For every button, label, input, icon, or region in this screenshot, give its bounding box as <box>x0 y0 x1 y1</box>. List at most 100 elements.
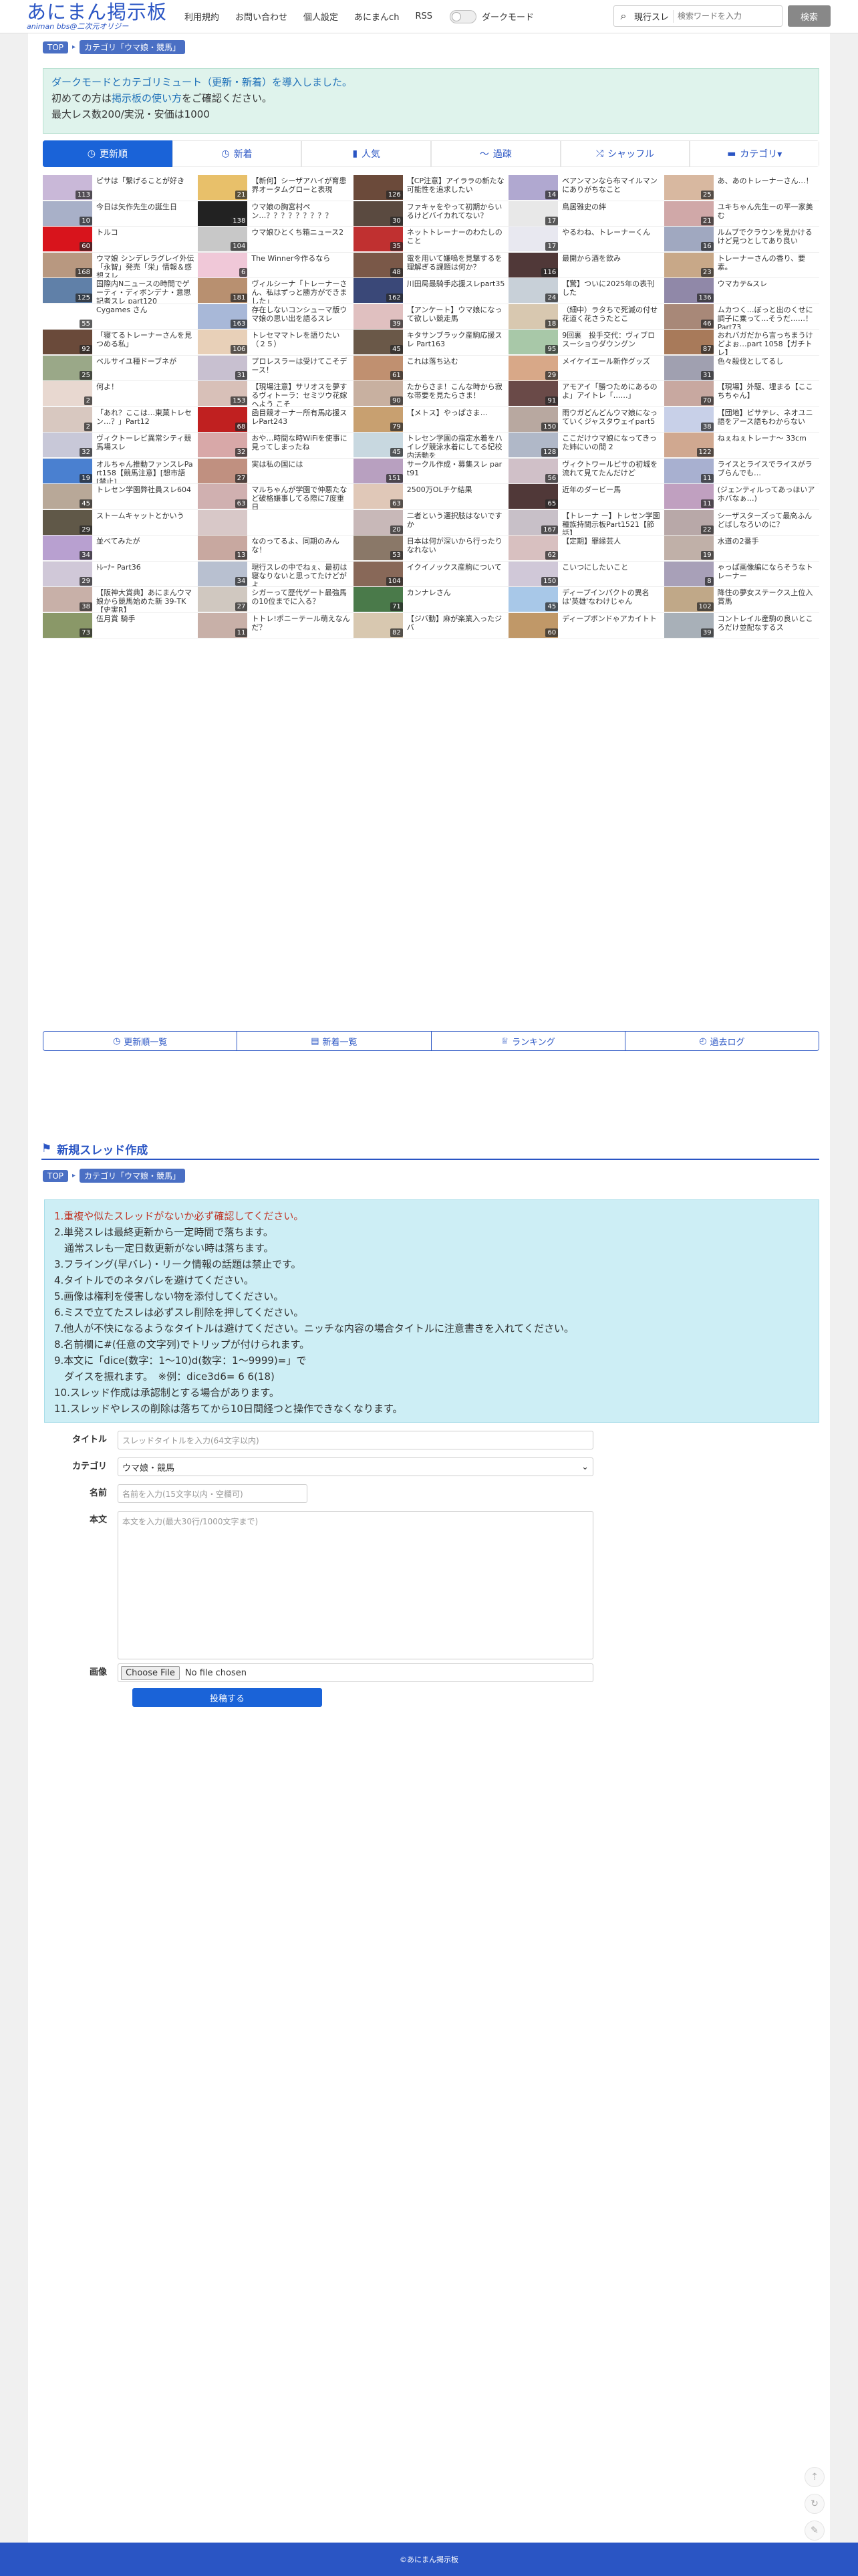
thread-thumbnail[interactable]: 70 <box>664 381 714 406</box>
thread-title[interactable]: ルムブでクラウンを見かけるけど見つとしてあり良い <box>714 227 819 245</box>
thread-title[interactable]: プロレスラーは受けてこそデース！ <box>247 356 353 374</box>
thread-thumbnail[interactable]: 18 <box>509 304 559 329</box>
thread-thumbnail[interactable]: 79 <box>353 406 403 432</box>
thread-item[interactable]: 104 ウマ娘ひとくち箱ニュース2 <box>198 227 353 253</box>
thread-title[interactable]: 【団地】ビサテレ、ネオユニ語をアース語もわからない <box>714 407 819 426</box>
title-input[interactable]: スレッドタイトルを入力(64文字以内) <box>118 1431 593 1449</box>
thread-title[interactable]: 色々殺伐としてるし <box>714 356 819 366</box>
thread-title[interactable]: 9回裏 投手交代：ヴィブロスーショウダウングン <box>558 330 664 348</box>
thread-title[interactable]: ストームキャットとかいう <box>92 510 198 520</box>
thread-item[interactable]: 10 今日は矢作先生の誕生日 <box>43 201 198 227</box>
site-logo[interactable]: あにまん掲示板 animan bbs@二次元オリジー <box>27 2 166 31</box>
thread-item[interactable]: 22 シーザスターズって最高ふんどばしなろいのに？ <box>664 509 819 536</box>
thread-title[interactable]: カンナレさん <box>403 587 509 597</box>
thread-title[interactable]: サークル作成・募集スレ par t91 <box>403 459 509 477</box>
thread-thumbnail[interactable]: 45 <box>43 484 92 509</box>
body-textarea[interactable]: 本文を入力(最大30行/1000文字まで) <box>118 1511 593 1659</box>
thread-title[interactable]: 【驚】ついに2025年の表刊した <box>558 278 664 297</box>
thread-thumbnail[interactable]: 45 <box>353 433 403 457</box>
thread-thumbnail[interactable]: 92 <box>43 330 92 354</box>
thread-thumbnail[interactable]: 63 <box>353 484 403 509</box>
thread-thumbnail[interactable]: 13 <box>198 536 248 560</box>
breadcrumb-category-2[interactable]: カテゴリ「ウマ娘・競馬」 <box>80 1169 186 1183</box>
thread-item[interactable]: 163 存在しないコンシューマ版ウマ娘の思い出を語るスレ <box>198 304 353 330</box>
thread-item[interactable]: 151 サークル作成・募集スレ par t91 <box>353 458 509 484</box>
thread-item[interactable]: 55 Cygames さん <box>43 304 198 330</box>
thread-thumbnail[interactable]: 116 <box>509 252 559 277</box>
thread-thumbnail[interactable]: 10 <box>43 201 92 226</box>
thread-title[interactable]: メイケイエール新作グッズ <box>558 356 664 366</box>
thread-title[interactable]: トルコ <box>92 227 198 237</box>
thread-title[interactable]: 【新何】シーザアハイが育患界オータムグローと表現 <box>247 175 353 194</box>
breadcrumb-category[interactable]: カテゴリ「ウマ娘・競馬」 <box>80 40 186 54</box>
thread-title[interactable]: 何よ！ <box>92 381 198 391</box>
thread-thumbnail[interactable]: 71 <box>353 587 403 612</box>
thread-title[interactable]: 二者という選択肢はないですか <box>403 510 509 529</box>
thread-thumbnail[interactable]: 106 <box>198 330 248 354</box>
thread-title[interactable]: 並べてみたが <box>92 536 198 546</box>
thread-title[interactable]: ねぇねぇトレーナ〜 33cm <box>714 433 819 443</box>
thread-item[interactable]: 168 ウマ娘 シンデレラグレイ外伝「永智」発売「栄」情報＆感想スレ <box>43 252 198 278</box>
thread-title[interactable]: コントレイル産駒の良いところだけ並配なするス <box>714 613 819 632</box>
darkmode-toggle[interactable] <box>449 9 476 23</box>
bottom-link-0[interactable]: ◷ 更新順一覧 <box>43 1032 238 1050</box>
thread-thumbnail[interactable]: 20 <box>353 509 403 535</box>
thread-title[interactable]: ネットトレーナーのわたしのこと <box>403 227 509 245</box>
thread-title[interactable]: 最開から酒を飲み <box>558 253 664 263</box>
thread-thumbnail[interactable]: 21 <box>664 201 714 226</box>
thread-thumbnail[interactable]: 104 <box>198 227 248 251</box>
thread-item[interactable]: 31 色々殺伐としてるし <box>664 355 819 381</box>
thread-thumbnail[interactable]: 55 <box>43 304 92 329</box>
thread-item[interactable]: 53 日本は何が深いから行ったりなれない <box>353 536 509 562</box>
thread-item[interactable]: 79 【メトス】やっぱさま… <box>353 406 509 433</box>
thread-item[interactable]: 30 ファキャをやって初期からいるけどバイカれてない？ <box>353 201 509 227</box>
thread-item[interactable]: 92 「寝てるトレーナーさんを見つめる私」 <box>43 330 198 356</box>
thread-thumbnail[interactable]: 35 <box>353 227 403 251</box>
thread-item[interactable]: 19 オルちゃん推動ファンスレPart158【競馬注意】[想市語 [禁止] <box>43 458 198 484</box>
thread-item[interactable]: 39 【アンケート】ウマ娘になって欲しい競走馬 <box>353 304 509 330</box>
thread-title[interactable]: 「寝てるトレーナーさんを見つめる私」 <box>92 330 198 348</box>
thread-title[interactable] <box>247 510 353 511</box>
thread-title[interactable]: Cygames さん <box>92 304 198 314</box>
thread-item[interactable]: 56 ヴィクトワールピサの初城を流れて見てたんだけど <box>509 458 664 484</box>
breadcrumb-top-2[interactable]: TOP <box>43 1169 69 1182</box>
thread-item[interactable]: 17 鳥居雅史の絆 <box>509 201 664 227</box>
tab-4[interactable]: ⤮ シャッフル <box>560 140 690 167</box>
thread-item[interactable]: 128 ここだけウマ娘になってきった姉にいの間 2 <box>509 433 664 459</box>
thread-item[interactable]: 27 実は私の国には <box>198 458 353 484</box>
thread-title[interactable]: ユキちゃん先生ーの平一家美む <box>714 201 819 220</box>
thread-title[interactable]: 今日は矢作先生の誕生日 <box>92 201 198 211</box>
thread-title[interactable]: ヴィクトワールピサの初城を流れて見てたんだけど <box>558 459 664 477</box>
thread-item[interactable]: 61 これは落ち込む <box>353 355 509 381</box>
thread-item[interactable]: 17 やるわね、トレーナーくん <box>509 227 664 253</box>
thread-thumbnail[interactable]: 23 <box>664 252 714 277</box>
thread-item[interactable]: 138 ウマ娘の胸宮村ペン…？？？？？？？？？ <box>198 201 353 227</box>
thread-title[interactable]: 2500万OLチケ結果 <box>403 484 509 494</box>
thread-title[interactable]: 【メトス】やっぱさま… <box>403 407 509 417</box>
thread-item[interactable]: 60 トルコ <box>43 227 198 253</box>
thread-title[interactable]: ウマ娘 シンデレラグレイ外伝「永智」発売「栄」情報＆感想スレ <box>92 253 198 278</box>
thread-thumbnail[interactable]: 138 <box>198 201 248 226</box>
thread-thumbnail[interactable]: 39 <box>664 612 714 638</box>
thread-title[interactable]: オルちゃん推動ファンスレPart158【競馬注意】[想市語 [禁止] <box>92 459 198 484</box>
thread-title[interactable]: おれバガだから言っちまうけどよぉ…part 1058【ガチトレ】 <box>714 330 819 355</box>
thread-thumbnail[interactable]: 32 <box>43 433 92 457</box>
thread-title[interactable]: ﾄﾚｰﾅｰ Part36 <box>92 562 198 572</box>
thread-title[interactable]: 雨ウガどんどんウマ娘になっていくジャスタウェイpart5 <box>558 407 664 426</box>
thread-thumbnail[interactable]: 136 <box>664 278 714 303</box>
thread-title[interactable]: 「あれ？ここは…東菓トレセン…？」Part12 <box>92 407 198 426</box>
thread-title[interactable]: The Winner今作るなら <box>247 253 353 263</box>
thread-item[interactable]: 11 トトレ!ポニーテール萌えなんだ？ <box>198 612 353 638</box>
thread-item[interactable]: 34 並べてみたが <box>43 536 198 562</box>
thread-item[interactable]: 20 二者という選択肢はないですか <box>353 509 509 536</box>
thread-thumbnail[interactable]: 32 <box>198 433 248 457</box>
tab-3[interactable]: 〜過疎 <box>431 140 561 167</box>
thread-thumbnail[interactable]: 38 <box>664 406 714 432</box>
thread-thumbnail[interactable]: 2 <box>43 406 92 432</box>
thread-title[interactable]: 伍月賞 騎手 <box>92 613 198 623</box>
thread-thumbnail[interactable]: 87 <box>664 330 714 354</box>
thread-thumbnail[interactable]: 151 <box>353 458 403 483</box>
thread-thumbnail[interactable]: 45 <box>509 587 559 612</box>
thread-item[interactable] <box>198 509 353 536</box>
thread-item[interactable]: 153 【現場注意】サリオスを夢するヴィトーラ：セミツウ花嫁ヘよう こそ <box>198 381 353 407</box>
